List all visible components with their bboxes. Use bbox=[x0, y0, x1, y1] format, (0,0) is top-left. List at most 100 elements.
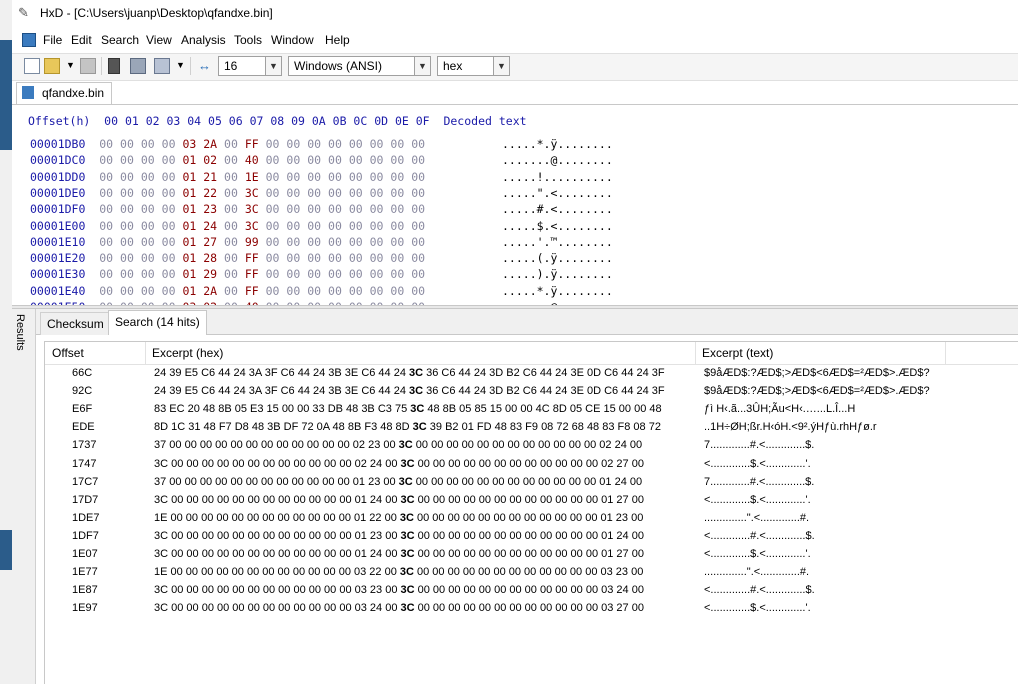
hex-byte[interactable]: 00 bbox=[266, 251, 280, 265]
hex-row[interactable]: 00001E30 00 00 00 00 01 29 00 FF 00 00 0… bbox=[30, 267, 425, 281]
hex-byte[interactable]: 3C bbox=[245, 186, 259, 200]
search-result-row[interactable]: 1E77 1E 00 00 00 00 00 00 00 00 00 00 00 … bbox=[45, 564, 1018, 582]
hex-row-decoded-text[interactable]: .....*.ÿ........ bbox=[502, 137, 613, 151]
hex-byte[interactable]: 00 bbox=[286, 186, 300, 200]
tab-checksum[interactable]: Checksum bbox=[40, 312, 111, 335]
hex-byte[interactable]: 00 bbox=[266, 153, 280, 167]
hex-byte[interactable]: 00 bbox=[390, 202, 404, 216]
offset-base-select[interactable]: hex ▼ bbox=[437, 56, 510, 76]
hex-row[interactable]: 00001DF0 00 00 00 00 01 23 00 3C 00 00 0… bbox=[30, 202, 425, 216]
hex-byte[interactable]: 00 bbox=[307, 219, 321, 233]
hex-byte[interactable]: 00 bbox=[224, 219, 238, 233]
hex-byte[interactable]: 00 bbox=[349, 202, 363, 216]
hex-byte[interactable]: 29 bbox=[203, 267, 217, 281]
hex-byte[interactable]: 00 bbox=[307, 251, 321, 265]
hex-byte[interactable]: 00 bbox=[307, 137, 321, 151]
hex-byte[interactable]: 00 bbox=[328, 137, 342, 151]
hex-byte[interactable]: 00 bbox=[411, 251, 425, 265]
hex-byte[interactable]: 00 bbox=[141, 137, 155, 151]
hex-byte[interactable]: 00 bbox=[99, 219, 113, 233]
hex-byte[interactable]: 00 bbox=[286, 219, 300, 233]
hex-byte[interactable]: 00 bbox=[99, 267, 113, 281]
hex-byte[interactable]: 00 bbox=[120, 219, 134, 233]
hex-byte[interactable]: 00 bbox=[286, 202, 300, 216]
hex-byte[interactable]: 00 bbox=[411, 284, 425, 298]
hex-byte[interactable]: 00 bbox=[286, 137, 300, 151]
image-dropdown-arrow-icon[interactable]: ▼ bbox=[176, 60, 185, 70]
hex-byte[interactable]: 00 bbox=[390, 267, 404, 281]
hex-byte[interactable]: 00 bbox=[141, 202, 155, 216]
hex-byte[interactable]: 01 bbox=[182, 170, 196, 184]
hex-row[interactable]: 00001E40 00 00 00 00 01 2A 00 FF 00 00 0… bbox=[30, 284, 425, 298]
hex-byte[interactable]: 00 bbox=[141, 284, 155, 298]
hex-byte[interactable]: 00 bbox=[349, 137, 363, 151]
hex-byte[interactable]: 1E bbox=[245, 170, 259, 184]
hex-byte[interactable]: 00 bbox=[99, 284, 113, 298]
hex-byte[interactable]: 00 bbox=[307, 284, 321, 298]
menu-view[interactable]: View bbox=[146, 33, 172, 47]
hex-byte[interactable]: 01 bbox=[182, 251, 196, 265]
search-result-row[interactable]: 1DF7 3C 00 00 00 00 00 00 00 00 00 00 00 … bbox=[45, 528, 1018, 546]
hex-byte[interactable]: 00 bbox=[349, 219, 363, 233]
search-result-row[interactable]: 1747 3C 00 00 00 00 00 00 00 00 00 00 00 … bbox=[45, 456, 1018, 474]
hex-byte[interactable]: 00 bbox=[141, 186, 155, 200]
hex-byte[interactable]: 00 bbox=[224, 186, 238, 200]
hex-byte[interactable]: 00 bbox=[328, 153, 342, 167]
hex-byte[interactable]: 00 bbox=[224, 153, 238, 167]
hex-byte[interactable]: 00 bbox=[141, 235, 155, 249]
search-result-row[interactable]: 17D7 3C 00 00 00 00 00 00 00 00 00 00 00 … bbox=[45, 492, 1018, 510]
hex-byte[interactable]: 00 bbox=[99, 251, 113, 265]
tab-search-hits[interactable]: Search (14 hits) bbox=[108, 310, 207, 335]
hex-byte[interactable]: 00 bbox=[286, 284, 300, 298]
hex-byte[interactable]: 00 bbox=[286, 235, 300, 249]
menu-edit[interactable]: Edit bbox=[71, 33, 92, 47]
hex-byte[interactable]: 00 bbox=[307, 153, 321, 167]
hex-byte[interactable]: 2A bbox=[203, 284, 217, 298]
chevron-down-icon[interactable]: ▼ bbox=[265, 57, 281, 75]
hex-byte[interactable]: 00 bbox=[307, 186, 321, 200]
hex-byte[interactable]: 00 bbox=[328, 186, 342, 200]
search-result-row[interactable]: EDE 8D 1C 31 48 F7 D8 48 3B DF 72 0A 48 8… bbox=[45, 419, 1018, 437]
hex-byte[interactable]: 3C bbox=[245, 202, 259, 216]
hex-byte[interactable]: 00 bbox=[349, 284, 363, 298]
hex-byte[interactable]: 00 bbox=[411, 219, 425, 233]
ram-icon[interactable] bbox=[108, 58, 120, 74]
hex-byte[interactable]: 00 bbox=[162, 267, 176, 281]
hex-byte[interactable]: 00 bbox=[266, 235, 280, 249]
hex-byte[interactable]: 00 bbox=[370, 235, 384, 249]
hex-byte[interactable]: 00 bbox=[224, 267, 238, 281]
hex-row-decoded-text[interactable]: .....$.<........ bbox=[502, 219, 613, 233]
hex-byte[interactable]: FF bbox=[245, 251, 259, 265]
hex-byte[interactable]: 00 bbox=[349, 153, 363, 167]
disk-icon[interactable] bbox=[130, 58, 146, 74]
hex-byte[interactable]: 00 bbox=[162, 235, 176, 249]
hex-byte[interactable]: 01 bbox=[182, 267, 196, 281]
search-result-row[interactable]: 1DE7 1E 00 00 00 00 00 00 00 00 00 00 00 … bbox=[45, 510, 1018, 528]
hex-byte[interactable]: 01 bbox=[182, 235, 196, 249]
hex-byte[interactable]: 00 bbox=[307, 202, 321, 216]
hex-byte[interactable]: 00 bbox=[390, 170, 404, 184]
hex-byte[interactable]: 00 bbox=[390, 251, 404, 265]
hex-byte[interactable]: 00 bbox=[162, 202, 176, 216]
hex-byte[interactable]: 01 bbox=[182, 284, 196, 298]
hex-byte[interactable]: 00 bbox=[370, 137, 384, 151]
search-result-row[interactable]: E6F 83 EC 20 48 8B 05 E3 15 00 00 33 DB 4… bbox=[45, 401, 1018, 419]
hex-byte[interactable]: 00 bbox=[328, 235, 342, 249]
hex-byte[interactable]: 00 bbox=[99, 186, 113, 200]
menu-search[interactable]: Search bbox=[101, 33, 139, 47]
hex-byte[interactable]: FF bbox=[245, 267, 259, 281]
hex-byte[interactable]: 00 bbox=[411, 153, 425, 167]
hex-byte[interactable]: 00 bbox=[328, 251, 342, 265]
open-dropdown-arrow-icon[interactable]: ▼ bbox=[66, 60, 75, 70]
hex-row[interactable]: 00001DD0 00 00 00 00 01 21 00 1E 00 00 0… bbox=[30, 170, 425, 184]
hex-byte[interactable]: 00 bbox=[390, 186, 404, 200]
hex-byte[interactable]: 00 bbox=[141, 153, 155, 167]
hex-byte[interactable]: 00 bbox=[328, 267, 342, 281]
hex-byte[interactable]: 00 bbox=[141, 251, 155, 265]
hex-byte[interactable]: 00 bbox=[99, 202, 113, 216]
hex-byte[interactable]: 00 bbox=[411, 186, 425, 200]
hex-byte[interactable]: 00 bbox=[411, 170, 425, 184]
hex-byte[interactable]: 00 bbox=[390, 137, 404, 151]
results-side-label[interactable]: Results bbox=[14, 314, 26, 351]
hex-row-decoded-text[interactable]: .....!.......... bbox=[502, 170, 613, 184]
